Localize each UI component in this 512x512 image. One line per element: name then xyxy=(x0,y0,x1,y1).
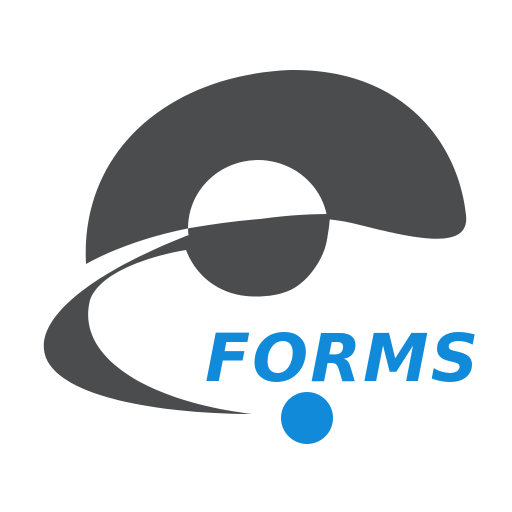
logo-wordmark: FORMS xyxy=(205,320,481,397)
logo-dot xyxy=(281,392,333,444)
logo-mark-icon xyxy=(43,69,467,444)
forms-logo: FORMS xyxy=(0,0,512,512)
